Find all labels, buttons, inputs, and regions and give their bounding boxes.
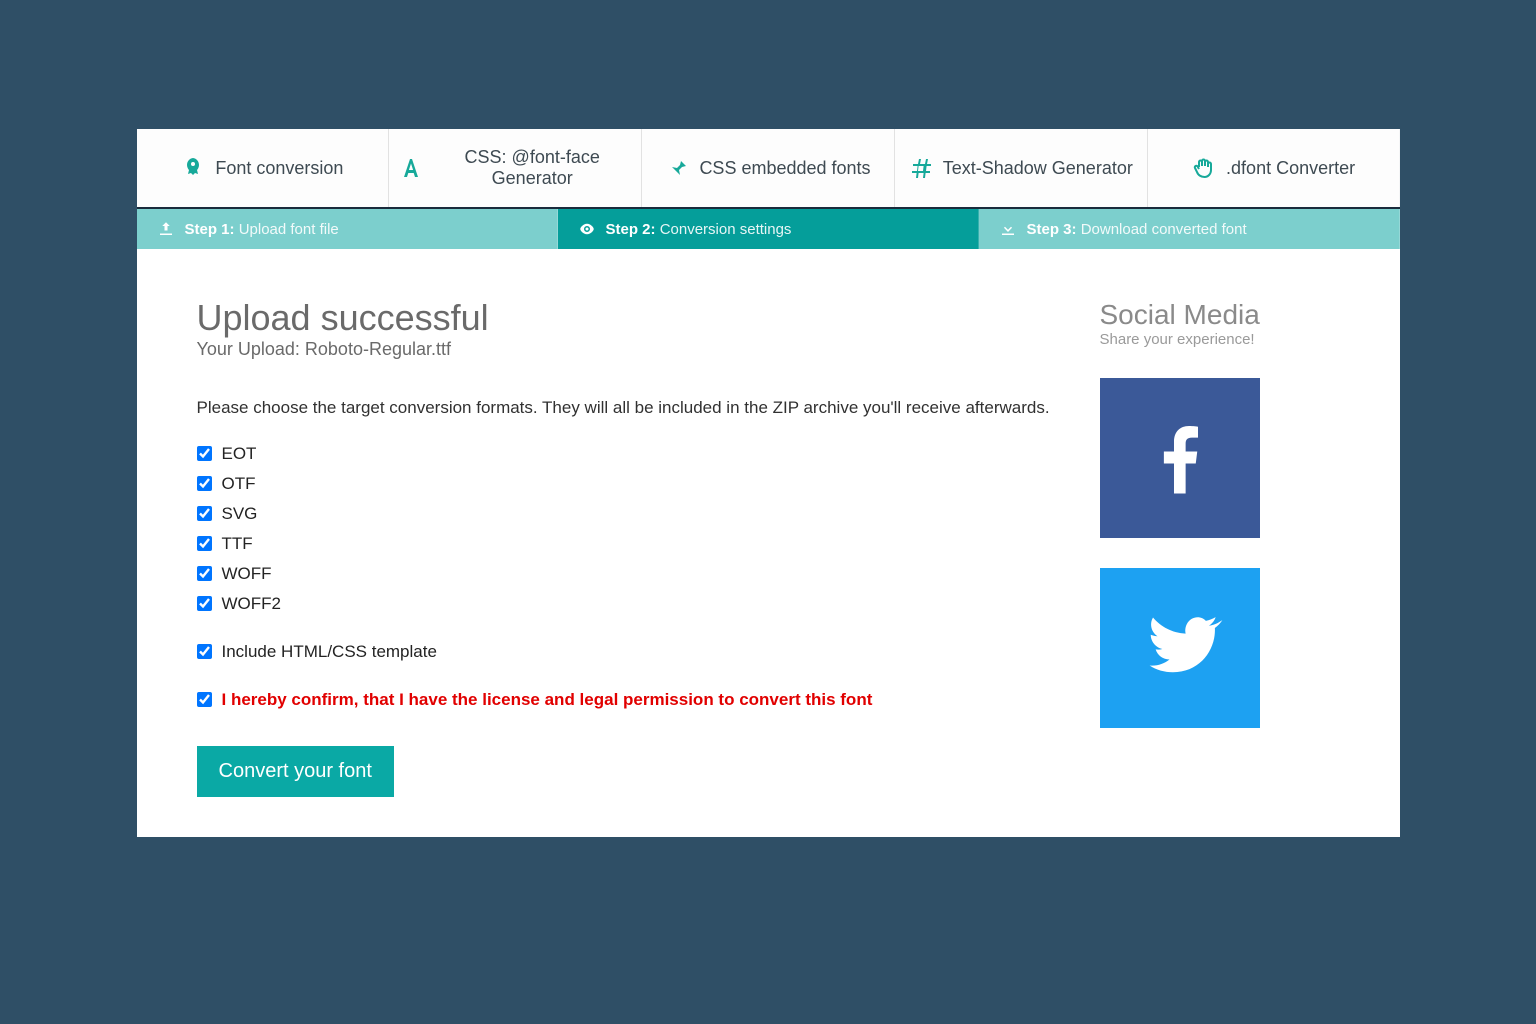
instructions-text: Please choose the target conversion form… (197, 398, 1080, 418)
nav-dfont-converter[interactable]: .dfont Converter (1148, 129, 1400, 207)
checkbox-include-template[interactable] (197, 644, 212, 659)
page-title: Upload successful (197, 299, 1080, 337)
content-area: Upload successful Your Upload: Roboto-Re… (137, 249, 1400, 837)
format-label: WOFF2 (222, 594, 282, 614)
format-options: EOT OTF SVG TTF WOFF (197, 444, 1080, 710)
app-panel: Font conversion CSS: @font-face Generato… (137, 129, 1400, 837)
checkbox-woff[interactable] (197, 566, 212, 581)
license-confirm-label: I hereby confirm, that I have the licens… (222, 690, 873, 710)
twitter-share-button[interactable] (1100, 568, 1260, 728)
step-tracker: Step 1: Upload font file Step 2: Convers… (137, 209, 1400, 249)
hash-icon (909, 156, 933, 180)
include-template-option: Include HTML/CSS template (197, 642, 1080, 662)
step-number: Step 2: (606, 221, 656, 238)
step-label: Download converted font (1081, 221, 1247, 238)
nav-text-shadow-generator[interactable]: Text-Shadow Generator (895, 129, 1148, 207)
format-option-otf: OTF (197, 474, 1080, 494)
pin-icon (665, 156, 689, 180)
step-3-download[interactable]: Step 3: Download converted font (979, 209, 1400, 249)
format-label: EOT (222, 444, 257, 464)
format-option-ttf: TTF (197, 534, 1080, 554)
format-option-woff2: WOFF2 (197, 594, 1080, 614)
step-number: Step 3: (1027, 221, 1077, 238)
include-template-label: Include HTML/CSS template (222, 642, 437, 662)
main-column: Upload successful Your Upload: Roboto-Re… (197, 299, 1080, 797)
twitter-icon (1135, 601, 1225, 696)
nav-font-conversion[interactable]: Font conversion (137, 129, 390, 207)
license-confirm-option: I hereby confirm, that I have the licens… (197, 690, 1080, 710)
format-option-woff: WOFF (197, 564, 1080, 584)
step-label: Upload font file (239, 221, 339, 238)
format-label: OTF (222, 474, 256, 494)
format-label: WOFF (222, 564, 272, 584)
nav-css-embedded-fonts[interactable]: CSS embedded fonts (642, 129, 895, 207)
checkbox-eot[interactable] (197, 446, 212, 461)
top-navigation: Font conversion CSS: @font-face Generato… (137, 129, 1400, 209)
checkbox-license-confirm[interactable] (197, 692, 212, 707)
format-label: TTF (222, 534, 253, 554)
step-1-upload[interactable]: Step 1: Upload font file (137, 209, 558, 249)
format-option-eot: EOT (197, 444, 1080, 464)
download-icon (999, 220, 1017, 238)
nav-label: Font conversion (215, 158, 343, 179)
checkbox-otf[interactable] (197, 476, 212, 491)
rocket-icon (181, 156, 205, 180)
convert-button[interactable]: Convert your font (197, 746, 394, 797)
nav-font-face-generator[interactable]: CSS: @font-face Generator (389, 129, 642, 207)
eye-icon (578, 220, 596, 238)
facebook-share-button[interactable] (1100, 378, 1260, 538)
facebook-icon (1135, 411, 1225, 506)
nav-label: CSS: @font-face Generator (433, 147, 631, 189)
nav-label: .dfont Converter (1226, 158, 1355, 179)
format-label: SVG (222, 504, 258, 524)
nav-label: CSS embedded fonts (699, 158, 870, 179)
sidebar: Social Media Share your experience! (1100, 299, 1340, 797)
letter-a-icon (399, 156, 423, 180)
sidebar-title: Social Media (1100, 299, 1340, 331)
upload-filename: Your Upload: Roboto-Regular.ttf (197, 339, 1080, 360)
upload-icon (157, 220, 175, 238)
step-label: Conversion settings (660, 221, 792, 238)
checkbox-ttf[interactable] (197, 536, 212, 551)
checkbox-svg[interactable] (197, 506, 212, 521)
checkbox-woff2[interactable] (197, 596, 212, 611)
sidebar-subtitle: Share your experience! (1100, 331, 1340, 348)
hand-icon (1192, 156, 1216, 180)
format-option-svg: SVG (197, 504, 1080, 524)
step-number: Step 1: (185, 221, 235, 238)
nav-label: Text-Shadow Generator (943, 158, 1133, 179)
step-2-settings[interactable]: Step 2: Conversion settings (558, 209, 979, 249)
